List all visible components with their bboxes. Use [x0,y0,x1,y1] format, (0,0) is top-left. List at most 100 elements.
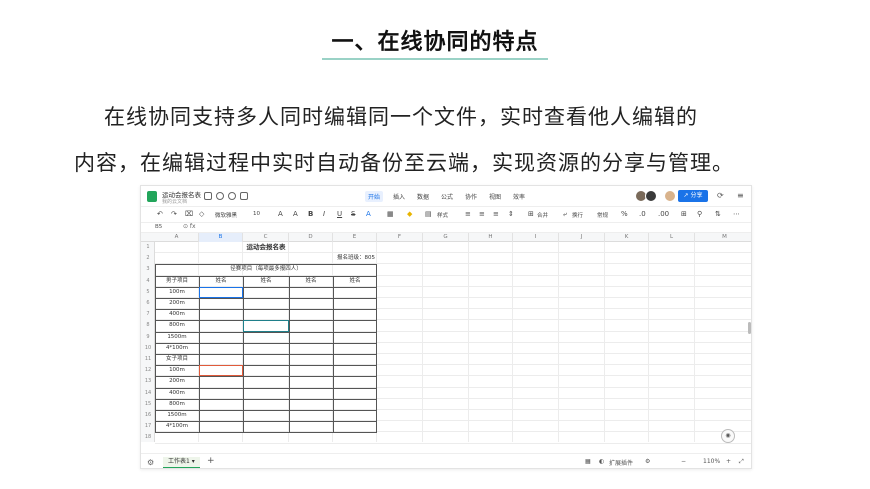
menu-collab[interactable]: 协作 [465,192,477,201]
row-header-16[interactable]: 16 [141,410,155,421]
wrap-button[interactable]: 换行 [572,211,583,219]
event-cell[interactable]: 100m [155,287,199,298]
event-cell[interactable]: 400m [155,309,199,320]
style-button[interactable]: 样式 [437,211,448,219]
toolbar-more-icon[interactable]: ⋯ [733,210,740,218]
row-header-13[interactable]: 13 [141,376,155,387]
name-header-cell[interactable]: 姓名 [289,276,333,287]
male-header-cell[interactable]: 男子项目 [155,276,199,287]
column-header-a[interactable]: A [155,233,199,242]
column-header-j[interactable]: J [559,233,605,242]
plugin-icon[interactable]: ◐ [599,458,604,465]
insert-icon[interactable]: ⊞ [681,210,687,218]
event-header-cell[interactable]: 径赛项目（每项最多报四人） [155,264,377,275]
sort-icon[interactable]: ⇅ [715,210,721,218]
row-header-11[interactable]: 11 [141,354,155,365]
name-box[interactable]: B5 [155,224,162,230]
align-right-icon[interactable]: ≡ [493,210,499,218]
event-cell[interactable]: 100m [155,365,199,376]
class-label-cell[interactable]: 报名班级：805 [155,253,377,264]
sheet-list-icon[interactable]: ⚙ [147,458,154,467]
row-header-10[interactable]: 10 [141,343,155,354]
collaborator-avatar[interactable] [645,190,657,202]
zoom-out-icon[interactable]: − [681,458,686,465]
doc-location[interactable]: 我的云文档 [162,198,187,205]
event-cell[interactable]: 800m [155,399,199,410]
history-icon[interactable]: ⟳ [717,191,724,200]
event-cell[interactable]: 400m [155,388,199,399]
row-header-15[interactable]: 15 [141,399,155,410]
row-header-8[interactable]: 8 [141,320,155,331]
fill-color-icon[interactable]: ◆ [407,210,412,218]
settings-icon[interactable]: ⚙ [645,458,650,465]
font-shrink-icon[interactable]: A [293,210,298,218]
row-header-3[interactable]: 3 [141,264,155,275]
clear-format-icon[interactable]: ◇ [199,210,204,218]
name-header-cell[interactable]: 姓名 [199,276,243,287]
row-header-2[interactable]: 2 [141,253,155,264]
redo-icon[interactable]: ↷ [171,210,177,218]
comment-icon[interactable] [228,192,236,200]
menu-start[interactable]: 开始 [365,191,384,202]
row-header-6[interactable]: 6 [141,298,155,309]
event-cell[interactable]: 1500m [155,410,199,421]
table-style-icon[interactable]: ▤ [425,210,432,218]
collaborator-cursor[interactable] [199,365,243,377]
row-header-17[interactable]: 17 [141,421,155,432]
format-painter-icon[interactable]: ⌧ [185,210,193,218]
column-header-e[interactable]: E [333,233,377,242]
scrollbar-thumb[interactable] [748,322,751,334]
event-cell[interactable]: 4*100m [155,343,199,354]
add-sheet-icon[interactable]: + [207,456,215,466]
menu-formula[interactable]: 公式 [441,192,453,201]
row-header-9[interactable]: 9 [141,332,155,343]
column-header-h[interactable]: H [469,233,513,242]
female-header-cell[interactable]: 女子项目 [155,354,199,365]
undo-icon[interactable]: ↶ [157,210,163,218]
number-format-select[interactable]: 常规 [597,211,608,219]
underline-icon[interactable]: U [337,210,342,218]
cell-grid[interactable]: 运动会报名表 报名班级：805 径赛项目（每项最多报四人） 男子项目 姓名 姓名 姓名 姓名 1… [155,242,751,444]
sheet-tab[interactable]: 工作表1 ▾ [163,457,200,468]
vertical-align-icon[interactable]: ⇕ [508,210,514,218]
name-header-cell[interactable]: 姓名 [333,276,377,287]
align-center-icon[interactable]: ≡ [479,210,485,218]
event-cell[interactable]: 1500m [155,332,199,343]
event-cell[interactable]: 4*100m [155,421,199,432]
font-size-select[interactable]: 10 [253,211,260,217]
border-icon[interactable]: ▦ [387,210,394,218]
merge-button[interactable]: 合并 [537,211,548,219]
vertical-scrollbar[interactable] [747,242,751,442]
collaborator-cursor[interactable] [243,320,289,332]
font-color-icon[interactable]: A [366,210,371,218]
column-header-l[interactable]: L [649,233,695,242]
column-header-m[interactable]: M [695,233,751,242]
grid-view-icon[interactable]: ▦ [585,458,591,465]
menu-insert[interactable]: 插入 [393,192,405,201]
row-header-4[interactable]: 4 [141,276,155,287]
italic-icon[interactable]: I [323,210,325,218]
column-header-d[interactable]: D [289,233,333,242]
strikethrough-icon[interactable]: S [351,210,355,218]
font-family-select[interactable]: 微软雅黑 [215,211,237,219]
row-header-7[interactable]: 7 [141,309,155,320]
column-header-i[interactable]: I [513,233,559,242]
fx-icon[interactable]: ⊙ fx [183,223,196,230]
row-header-5[interactable]: 5 [141,287,155,298]
menu-efficiency[interactable]: 效率 [513,192,525,201]
filter-icon[interactable]: ⚲ [697,210,702,218]
share-button[interactable]: ↗ 分享 [678,190,708,202]
name-header-cell[interactable]: 姓名 [243,276,289,287]
menu-view[interactable]: 视图 [489,192,501,201]
row-header-18[interactable]: 18 [141,432,155,443]
event-cell[interactable]: 200m [155,298,199,309]
row-header-14[interactable]: 14 [141,388,155,399]
merge-icon[interactable]: ⊞ [528,210,534,218]
column-header-k[interactable]: K [605,233,649,242]
row-header-12[interactable]: 12 [141,365,155,376]
font-grow-icon[interactable]: A [278,210,283,218]
fullscreen-icon[interactable]: ⤢ [739,458,744,466]
column-header-b[interactable]: B [199,233,243,242]
column-header-f[interactable]: F [377,233,423,242]
more-icon[interactable] [240,192,248,200]
